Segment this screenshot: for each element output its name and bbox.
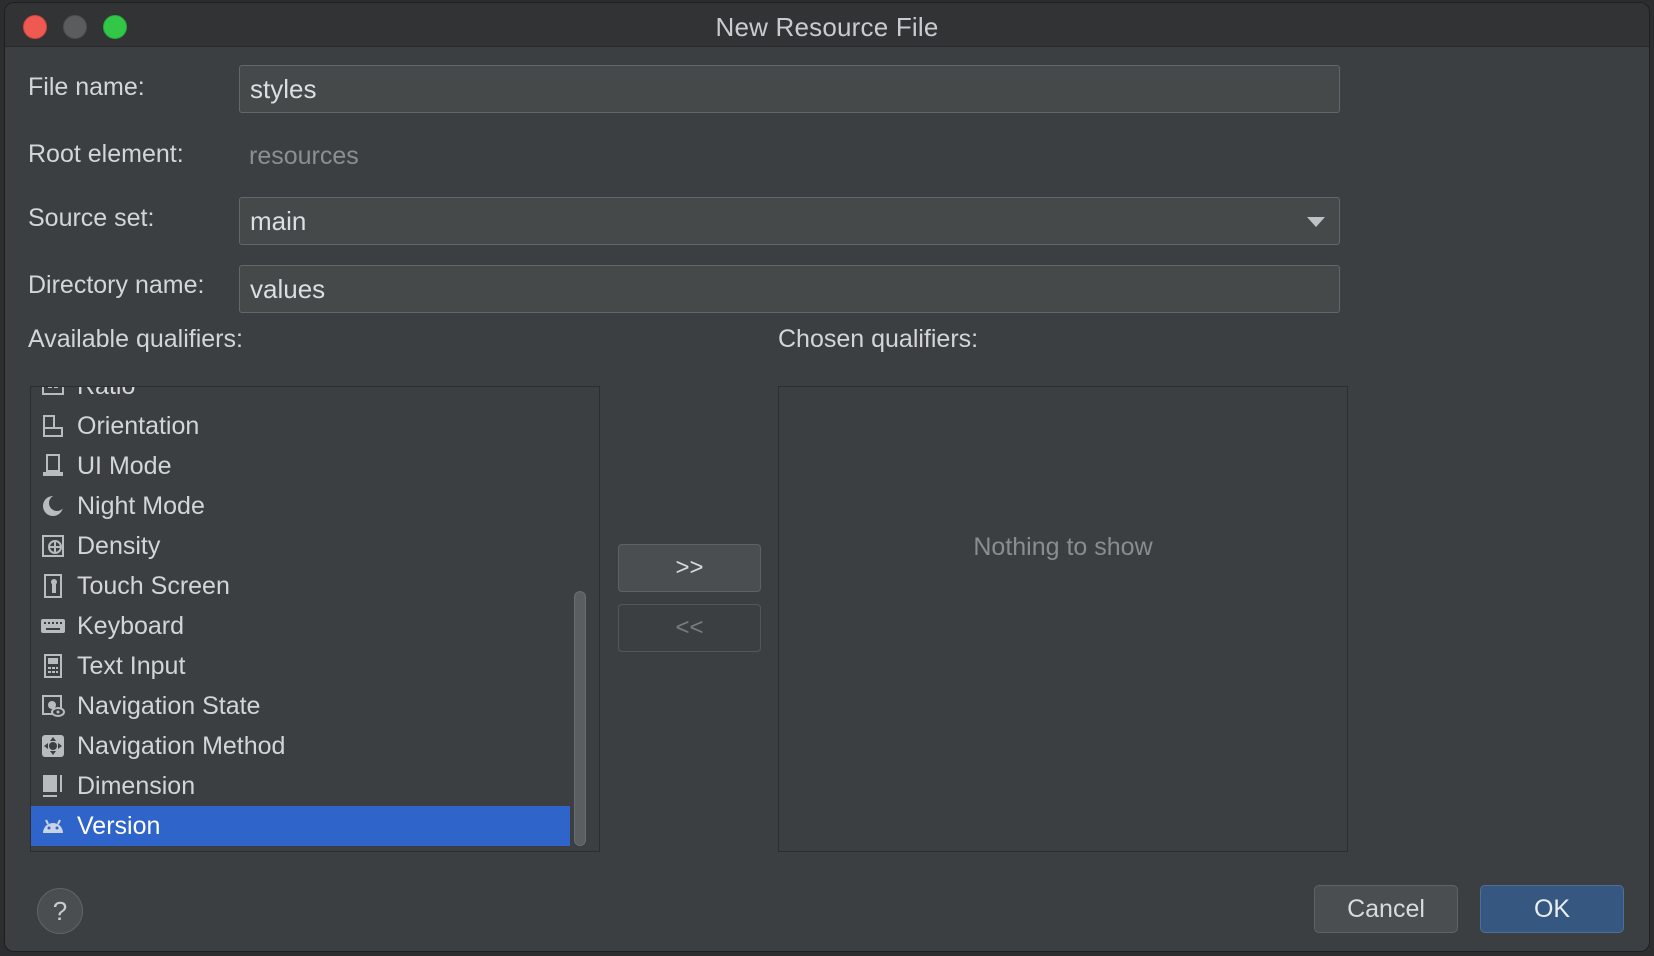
ui-mode-icon (40, 453, 66, 479)
qualifier-label: Navigation Method (77, 731, 286, 760)
file-name-input[interactable]: styles (239, 65, 1340, 113)
list-scrollbar-thumb[interactable] (574, 591, 586, 846)
dimension-icon (40, 773, 66, 799)
source-set-label: Source set: (28, 204, 155, 232)
qualifier-label: Keyboard (77, 611, 185, 640)
density-icon (40, 533, 66, 559)
qualifier-label: Night Mode (77, 491, 205, 520)
qualifier-item-ratio[interactable]: Ratio (31, 387, 570, 406)
root-element-value: resources (249, 142, 359, 170)
qualifier-item-navigation-state[interactable]: Navigation State (31, 686, 570, 726)
directory-name-input[interactable]: values (239, 265, 1340, 313)
qualifier-item-version[interactable]: Version (31, 806, 570, 846)
chevron-down-icon (1307, 217, 1325, 227)
help-button[interactable]: ? (37, 888, 83, 934)
qualifier-label: UI Mode (77, 451, 172, 480)
qualifier-item-text-input[interactable]: Text Input (31, 646, 570, 686)
available-qualifiers-items: Ratio Orientation UI Mode Night Mode Density… (31, 387, 571, 846)
chosen-qualifiers-label: Chosen qualifiers: (778, 325, 979, 353)
orientation-icon (40, 413, 66, 439)
qualifier-label: Orientation (77, 411, 200, 440)
cancel-button[interactable]: Cancel (1314, 885, 1458, 933)
source-set-selected-value: main (250, 206, 307, 236)
remove-qualifier-button[interactable]: << (618, 604, 761, 652)
qualifier-item-night-mode[interactable]: Night Mode (31, 486, 570, 526)
qualifier-item-density[interactable]: Density (31, 526, 570, 566)
navigation-method-icon (40, 733, 66, 759)
qualifier-item-dimension[interactable]: Dimension (31, 766, 570, 806)
qualifier-item-touch-screen[interactable]: Touch Screen (31, 566, 570, 606)
chosen-qualifiers-list[interactable]: Nothing to show (778, 386, 1348, 852)
file-name-label: File name: (28, 73, 145, 101)
qualifier-item-navigation-method[interactable]: Navigation Method (31, 726, 570, 766)
empty-list-message: Nothing to show (973, 533, 1153, 561)
dialog-title: New Resource File (715, 12, 939, 42)
navigation-state-icon (40, 693, 66, 719)
qualifier-label: Navigation State (77, 691, 261, 720)
ratio-icon (40, 387, 66, 399)
qualifier-item-orientation[interactable]: Orientation (31, 406, 570, 446)
qualifier-item-keyboard[interactable]: Keyboard (31, 606, 570, 646)
root-element-label: Root element: (28, 140, 184, 168)
qualifier-label: Version (77, 811, 161, 840)
qualifier-label: Density (77, 531, 161, 560)
qualifier-item-ui-mode[interactable]: UI Mode (31, 446, 570, 486)
available-qualifiers-label: Available qualifiers: (28, 325, 243, 353)
touch-screen-icon (40, 573, 66, 599)
qualifier-label: Dimension (77, 771, 196, 800)
new-resource-file-dialog: New Resource File File name: styles Root… (4, 2, 1650, 952)
qualifier-label: Ratio (77, 387, 135, 401)
title-bar: New Resource File (5, 3, 1649, 47)
directory-name-label: Directory name: (28, 271, 205, 299)
add-qualifier-button[interactable]: >> (618, 544, 761, 592)
source-set-dropdown[interactable]: main (239, 197, 1340, 245)
qualifier-label: Text Input (77, 651, 186, 680)
text-input-icon (40, 653, 66, 679)
ok-button[interactable]: OK (1480, 885, 1624, 933)
night-mode-icon (40, 493, 66, 519)
available-qualifiers-list[interactable]: Ratio Orientation UI Mode Night Mode Density… (30, 386, 600, 852)
qualifier-label: Touch Screen (77, 571, 230, 600)
list-scrollbar[interactable] (571, 387, 589, 851)
keyboard-icon (40, 613, 66, 639)
android-version-icon (40, 813, 66, 839)
